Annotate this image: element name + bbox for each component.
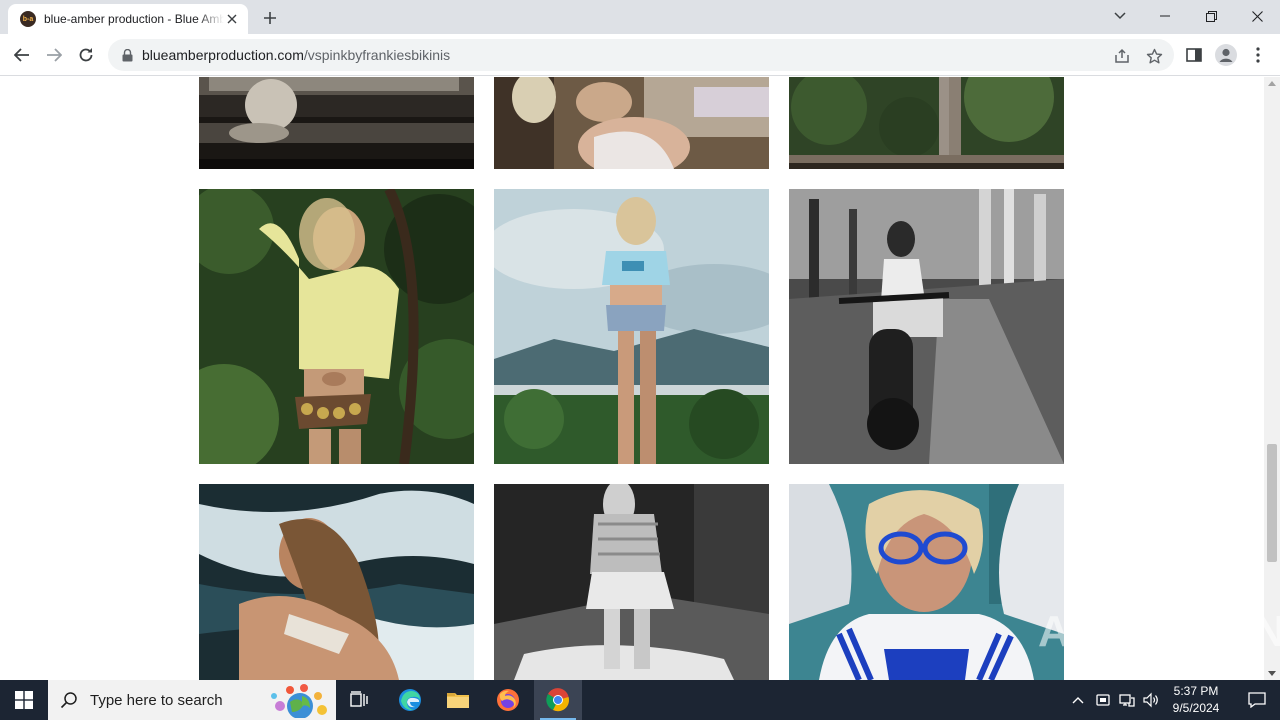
anyrun-watermark: ANY RUN <box>1038 606 1280 658</box>
url-host: blueamberproduction.com <box>142 47 304 63</box>
windows-logo-icon <box>15 691 33 709</box>
action-center-button[interactable] <box>1234 680 1280 720</box>
url-text[interactable]: blueamberproduction.com/vspinkbyfrankies… <box>142 47 450 63</box>
profile-avatar-icon[interactable] <box>1212 41 1240 69</box>
restore-button[interactable] <box>1188 0 1234 32</box>
watermark-play-icon <box>1141 607 1183 657</box>
tab-strip: b-a blue-amber production - Blue Amber <box>0 0 1280 34</box>
url-path: /vspinkbyfrankiesbikinis <box>303 47 451 63</box>
search-placeholder: Type here to search <box>90 691 223 709</box>
back-button[interactable] <box>8 41 36 69</box>
clock-time: 5:37 PM <box>1173 684 1219 698</box>
task-view-button[interactable] <box>336 680 384 720</box>
gallery-photo[interactable] <box>789 77 1064 169</box>
watermark-left-text: ANY <box>1038 607 1134 656</box>
notification-icon <box>1248 692 1266 708</box>
gallery-photo[interactable] <box>789 189 1064 464</box>
gallery-photo[interactable] <box>494 189 769 464</box>
gallery-photo[interactable] <box>199 77 474 169</box>
volume-tray-button[interactable] <box>1140 680 1162 720</box>
minimize-button[interactable] <box>1142 0 1188 32</box>
gallery-photo[interactable] <box>494 77 769 169</box>
gallery-photo[interactable] <box>199 484 474 680</box>
firefox-taskbar-button[interactable] <box>484 680 532 720</box>
edge-taskbar-button[interactable] <box>386 680 434 720</box>
network-icon <box>1119 694 1135 707</box>
firefox-icon <box>497 689 519 711</box>
network-tray-button[interactable] <box>1116 680 1138 720</box>
scroll-down-arrow-icon[interactable] <box>1268 671 1276 676</box>
scrollbar-thumb[interactable] <box>1267 444 1277 562</box>
show-hidden-icons-button[interactable] <box>1068 680 1088 720</box>
start-button[interactable] <box>0 680 48 720</box>
file-explorer-taskbar-button[interactable] <box>434 680 482 720</box>
lock-icon[interactable] <box>120 48 134 62</box>
site-favicon-icon: b-a <box>20 11 36 27</box>
scroll-up-arrow-icon[interactable] <box>1268 81 1276 86</box>
gallery-photo[interactable] <box>199 189 474 464</box>
tab-title: blue-amber production - Blue Amber <box>44 12 224 26</box>
close-window-button[interactable] <box>1234 0 1280 32</box>
chrome-menu-icon[interactable] <box>1244 41 1272 69</box>
gallery-photo[interactable] <box>494 484 769 680</box>
watermark-right-text: RUN <box>1187 607 1280 656</box>
windows-taskbar: Type here to search 5:37 PM 9/5/2024 <box>0 680 1280 720</box>
side-panel-icon[interactable] <box>1180 41 1208 69</box>
edge-icon <box>399 689 421 711</box>
taskbar-search[interactable]: Type here to search <box>48 680 336 720</box>
new-tab-button[interactable] <box>258 6 282 30</box>
task-view-icon <box>350 691 368 707</box>
forward-button[interactable] <box>40 41 68 69</box>
volume-icon <box>1143 692 1158 708</box>
browser-tab[interactable]: b-a blue-amber production - Blue Amber <box>8 4 248 34</box>
chevron-up-icon <box>1072 697 1084 704</box>
meet-now-tray-button[interactable] <box>1092 680 1114 720</box>
clock-date: 9/5/2024 <box>1172 701 1220 715</box>
tab-search-chevron-icon[interactable] <box>1108 4 1132 28</box>
gallery-photo[interactable] <box>789 484 1064 680</box>
address-bar[interactable]: blueamberproduction.com/vspinkbyfrankies… <box>108 39 1174 71</box>
chrome-icon <box>546 688 569 712</box>
taskbar-clock[interactable]: 5:37 PM 9/5/2024 <box>1160 683 1232 717</box>
tray-app-icon <box>1096 694 1110 706</box>
search-highlight-icon <box>271 684 327 718</box>
browser-toolbar: blueamberproduction.com/vspinkbyfrankies… <box>0 34 1280 76</box>
search-icon <box>60 692 77 709</box>
folder-icon <box>447 693 469 708</box>
tab-close-icon[interactable] <box>224 11 240 27</box>
bookmark-star-icon[interactable] <box>1145 47 1163 65</box>
page-viewport <box>0 77 1264 680</box>
reload-button[interactable] <box>72 41 100 69</box>
page-scrollbar[interactable] <box>1264 77 1280 680</box>
share-icon[interactable] <box>1113 47 1131 65</box>
chrome-taskbar-button[interactable] <box>534 680 582 720</box>
